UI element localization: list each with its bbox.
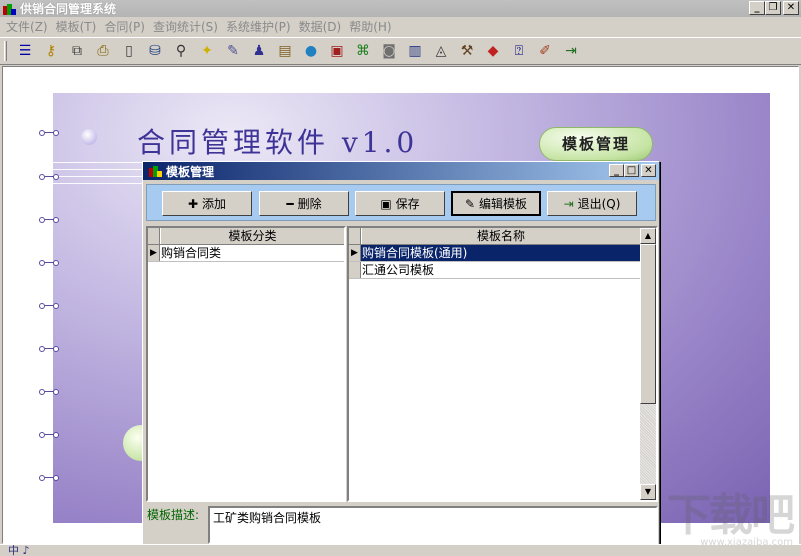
floppy-icon: ▣ (380, 196, 392, 211)
template-row[interactable]: ▶ 购销合同模板(通用) (349, 245, 640, 262)
dialog-icon (148, 164, 162, 178)
template-manager-dialog: 模板管理 _ □ ✕ ✚添加 ━删除 ▣保存 ✎编辑模板 ⇥退出(Q) (142, 161, 660, 546)
row-pointer-icon: ▶ (349, 245, 361, 261)
book-icon[interactable]: ◆ (481, 40, 505, 62)
minimize-button[interactable]: _ (749, 1, 765, 15)
exit-button[interactable]: ⇥ 退出(Q) (547, 191, 637, 216)
template-grid-scrollbar[interactable]: ▲ ▼ (640, 228, 656, 500)
scroll-up-icon[interactable]: ▲ (640, 228, 656, 244)
menu-contract[interactable]: 合同(P) (102, 18, 151, 35)
dialog-toolbar: ✚ 添加 ━ 删除 ▣ 保存 ✎ 编辑模板 ⇥ 退出(Q) (146, 184, 656, 221)
binder-ring (39, 259, 61, 267)
edit-doc-icon: ✎ (464, 196, 476, 211)
add-button[interactable]: ✚ 添加 (162, 191, 252, 216)
gift-icon[interactable]: ⌘ (351, 40, 375, 62)
toolbar-grip (4, 41, 7, 61)
brush-icon[interactable]: ✐ (533, 40, 557, 62)
app-window: 供销合同管理系统 _ ❐ ✕ 文件(Z) 模板(T) 合同(P) 查询统计(S)… (0, 0, 801, 556)
binder-ring (39, 388, 61, 396)
copy-icon[interactable]: ⧉ (65, 40, 89, 62)
dialog-controls: _ □ ✕ (609, 164, 656, 177)
edit-template-button[interactable]: ✎ 编辑模板 (451, 191, 541, 216)
binder-ring (39, 129, 61, 137)
search-icon[interactable]: ⚲ (169, 40, 193, 62)
plus-icon: ✚ (187, 196, 199, 211)
binder-ring (39, 302, 61, 310)
menu-file[interactable]: 文件(Z) (4, 18, 54, 35)
close-button[interactable]: ✕ (783, 1, 799, 15)
save-button[interactable]: ▣ 保存 (355, 191, 445, 216)
cards-icon[interactable]: ▤ (273, 40, 297, 62)
watermark: 下载吧 www.xiazaiba.com (667, 490, 795, 548)
banner-badge: 模板管理 (539, 127, 653, 161)
dialog-title: 模板管理 (166, 164, 215, 179)
triangle-icon[interactable]: ◬ (429, 40, 453, 62)
list-icon[interactable]: ☰ (13, 40, 37, 62)
exit-icon[interactable]: ⇥ (559, 40, 583, 62)
menu-help[interactable]: 帮助(H) (347, 18, 397, 35)
template-column-header[interactable]: 模板名称 (361, 228, 640, 244)
title-bar: 供销合同管理系统 _ ❐ ✕ (0, 0, 801, 17)
menu-template[interactable]: 模板(T) (54, 18, 103, 35)
scroll-thumb[interactable] (640, 244, 656, 404)
row-pointer-icon: ▶ (148, 245, 160, 261)
main-toolbar: ☰ ⚷ ⧉ ⎙ ▯ ⛁ ⚲ ✦ ✎ ♟ ▤ ● ▣ ⌘ ◙ ▥ ◬ ⚒ ◆ ⍰ … (0, 37, 801, 65)
template-cell[interactable]: 购销合同模板(通用) (361, 245, 640, 261)
restore-button[interactable]: ❐ (765, 1, 781, 15)
menu-bar: 文件(Z) 模板(T) 合同(P) 查询统计(S) 系统维护(P) 数据(D) … (0, 17, 801, 36)
delete-button[interactable]: ━ 删除 (259, 191, 349, 216)
exit-icon: ⇥ (563, 196, 574, 211)
category-row[interactable]: ▶ 购销合同类 (148, 245, 344, 262)
decor-lines (53, 162, 148, 190)
document-icon[interactable]: ▥ (403, 40, 427, 62)
users-icon[interactable]: ♟ (247, 40, 271, 62)
decor-orb (81, 129, 97, 145)
menu-query[interactable]: 查询统计(S) (151, 18, 224, 35)
template-grid[interactable]: 模板名称 ▶ 购销合同模板(通用) 汇通公司模板 ▲ ▼ (347, 226, 658, 502)
menu-data[interactable]: 数据(D) (297, 18, 348, 35)
binder-ring (39, 345, 61, 353)
menu-system[interactable]: 系统维护(P) (224, 18, 297, 35)
database-icon[interactable]: ⛁ (143, 40, 167, 62)
category-grid[interactable]: 模板分类 ▶ 购销合同类 (146, 226, 346, 502)
template-row[interactable]: 汇通公司模板 (349, 262, 640, 279)
dialog-title-bar: 模板管理 _ □ ✕ (143, 162, 659, 180)
key-icon[interactable]: ⚷ (39, 40, 63, 62)
description-label: 模板描述: (147, 508, 200, 522)
ime-indicator: 中 ♪ (8, 544, 30, 556)
dialog-maximize-button[interactable]: □ (624, 164, 639, 177)
tools-icon[interactable]: ✎ (221, 40, 245, 62)
banner-title: 合同管理软件 v1.0 (137, 126, 419, 159)
bulb-icon[interactable]: ✦ (195, 40, 219, 62)
dialog-minimize-button[interactable]: _ (609, 164, 624, 177)
box-icon[interactable]: ◙ (377, 40, 401, 62)
category-cell[interactable]: 购销合同类 (160, 245, 344, 261)
binder-ring (39, 173, 61, 181)
description-field[interactable]: 工矿类购销合同模板 (208, 506, 658, 544)
print-icon[interactable]: ⎙ (91, 40, 115, 62)
window-title: 供销合同管理系统 (20, 2, 117, 16)
help-icon[interactable]: ⍰ (507, 40, 531, 62)
window-controls: _ ❐ ✕ (749, 1, 799, 15)
category-column-header[interactable]: 模板分类 (160, 228, 344, 244)
id-card-icon[interactable]: ▣ (325, 40, 349, 62)
category-grid-header: 模板分类 (148, 228, 344, 245)
binder-ring (39, 431, 61, 439)
scroll-down-icon[interactable]: ▼ (640, 484, 656, 500)
dialog-close-button[interactable]: ✕ (641, 164, 656, 177)
app-icon (2, 2, 16, 16)
new-doc-icon[interactable]: ▯ (117, 40, 141, 62)
binder-ring (39, 216, 61, 224)
hammer-icon[interactable]: ⚒ (455, 40, 479, 62)
globe-icon[interactable]: ● (299, 40, 323, 62)
template-cell[interactable]: 汇通公司模板 (361, 262, 640, 278)
template-grid-header: 模板名称 (349, 228, 640, 245)
binder-ring (39, 474, 61, 482)
minus-icon: ━ (286, 196, 294, 211)
